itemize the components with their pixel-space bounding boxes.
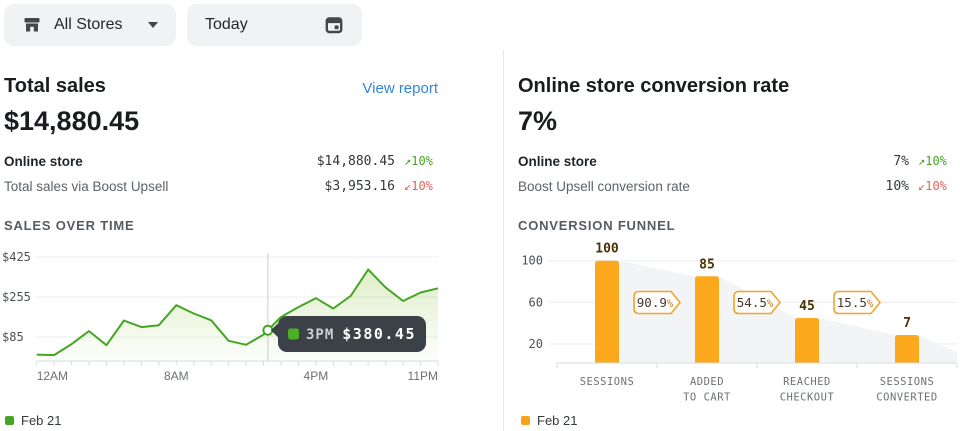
trend-up-indicator: ↗10% bbox=[404, 154, 438, 168]
metric-value: $14,880.45 bbox=[317, 154, 395, 169]
funnel-bar bbox=[595, 261, 619, 363]
tooltip-time: 3PM bbox=[306, 327, 334, 343]
category-label: TO CART bbox=[683, 392, 731, 404]
trend-delta: 10% bbox=[925, 179, 947, 193]
conversion-funnel-chart: 100 60 20 100 SESSIONS 85 ADDED TO CART 45 REACHE… bbox=[510, 240, 960, 408]
panel-divider bbox=[503, 50, 504, 431]
metric-row-online-store-conversion: Online store 7% ↗10% bbox=[518, 150, 952, 172]
store-selector-button[interactable]: All Stores bbox=[4, 4, 176, 46]
trend-up-indicator: ↗10% bbox=[918, 154, 952, 168]
y-axis-label: 20 bbox=[529, 337, 543, 351]
metric-value: 10% bbox=[886, 179, 909, 194]
trend-delta: 10% bbox=[925, 154, 947, 168]
calendar-icon bbox=[324, 15, 344, 35]
conversion-big-value: 7% bbox=[518, 106, 557, 137]
funnel-legend: Feb 21 bbox=[521, 413, 577, 428]
tooltip-value: $380.45 bbox=[342, 325, 416, 343]
x-axis-label: 4PM bbox=[304, 369, 329, 383]
metric-row-boost-upsell-conversion: Boost Upsell conversion rate 10% ↙10% bbox=[518, 175, 952, 197]
metric-label: Online store bbox=[4, 154, 317, 169]
y-axis-label: 100 bbox=[521, 254, 543, 268]
sales-legend: Feb 21 bbox=[5, 413, 61, 428]
y-axis-label: 60 bbox=[529, 295, 543, 309]
y-axis-label: $425 bbox=[2, 250, 31, 264]
funnel-bar bbox=[895, 335, 919, 363]
legend-label: Feb 21 bbox=[537, 413, 577, 428]
date-selector-button[interactable]: Today bbox=[187, 4, 362, 46]
trend-down-indicator: ↙10% bbox=[918, 179, 952, 193]
bar-value-label: 45 bbox=[799, 299, 815, 314]
metric-row-online-store-sales: Online store $14,880.45 ↗10% bbox=[4, 150, 438, 172]
store-selector-label: All Stores bbox=[54, 16, 122, 34]
sales-over-time-section-title: SALES OVER TIME bbox=[4, 218, 134, 233]
conversion-rate-title: Online store conversion rate bbox=[518, 75, 789, 98]
drop-rate-value: 54.5% bbox=[737, 295, 774, 310]
date-selector-label: Today bbox=[205, 16, 248, 34]
funnel-bar bbox=[795, 318, 819, 363]
funnel-bar bbox=[695, 276, 719, 363]
metric-label: Boost Upsell conversion rate bbox=[518, 179, 886, 194]
category-label: CONVERTED bbox=[876, 392, 937, 404]
x-axis-label: 11PM bbox=[408, 369, 438, 383]
drop-rate-value: 90.9% bbox=[637, 295, 674, 310]
metric-label: Total sales via Boost Upsell bbox=[4, 179, 325, 194]
metric-value: $3,953.16 bbox=[325, 179, 395, 194]
tooltip-series-swatch bbox=[288, 329, 299, 340]
x-axis-label: 8AM bbox=[164, 369, 189, 383]
metric-label: Online store bbox=[518, 154, 893, 169]
bar-value-label: 7 bbox=[903, 316, 911, 331]
storefront-icon bbox=[22, 15, 42, 35]
sales-over-time-chart: $425 $255 $85 12AM 8AM 4PM 11PM 3PM $380.45 bbox=[0, 245, 445, 395]
view-report-link[interactable]: View report bbox=[4, 80, 438, 97]
metric-row-boost-upsell-sales: Total sales via Boost Upsell $3,953.16 ↙… bbox=[4, 175, 438, 197]
conversion-funnel-section-title: CONVERSION FUNNEL bbox=[518, 218, 675, 233]
y-axis-label: $85 bbox=[2, 330, 24, 344]
trend-delta: 10% bbox=[411, 179, 433, 193]
total-sales-big-value: $14,880.45 bbox=[4, 106, 139, 137]
y-axis-label: $255 bbox=[2, 290, 31, 304]
category-label: SESSIONS bbox=[580, 376, 635, 388]
trend-delta: 10% bbox=[411, 154, 433, 168]
category-label: REACHED bbox=[783, 376, 831, 388]
trend-down-indicator: ↙10% bbox=[404, 179, 438, 193]
metric-value: 7% bbox=[893, 154, 909, 169]
legend-label: Feb 21 bbox=[21, 413, 61, 428]
category-label: CHECKOUT bbox=[780, 392, 835, 404]
bar-value-label: 85 bbox=[699, 257, 715, 272]
x-axis-label: 12AM bbox=[37, 369, 68, 383]
bar-value-label: 100 bbox=[595, 242, 619, 257]
chevron-down-icon bbox=[148, 22, 158, 28]
category-label: SESSIONS bbox=[880, 376, 935, 388]
category-label: ADDED bbox=[690, 376, 724, 388]
drop-rate-value: 15.5% bbox=[837, 295, 874, 310]
legend-swatch-orange bbox=[521, 416, 530, 425]
legend-swatch-green bbox=[5, 416, 14, 425]
